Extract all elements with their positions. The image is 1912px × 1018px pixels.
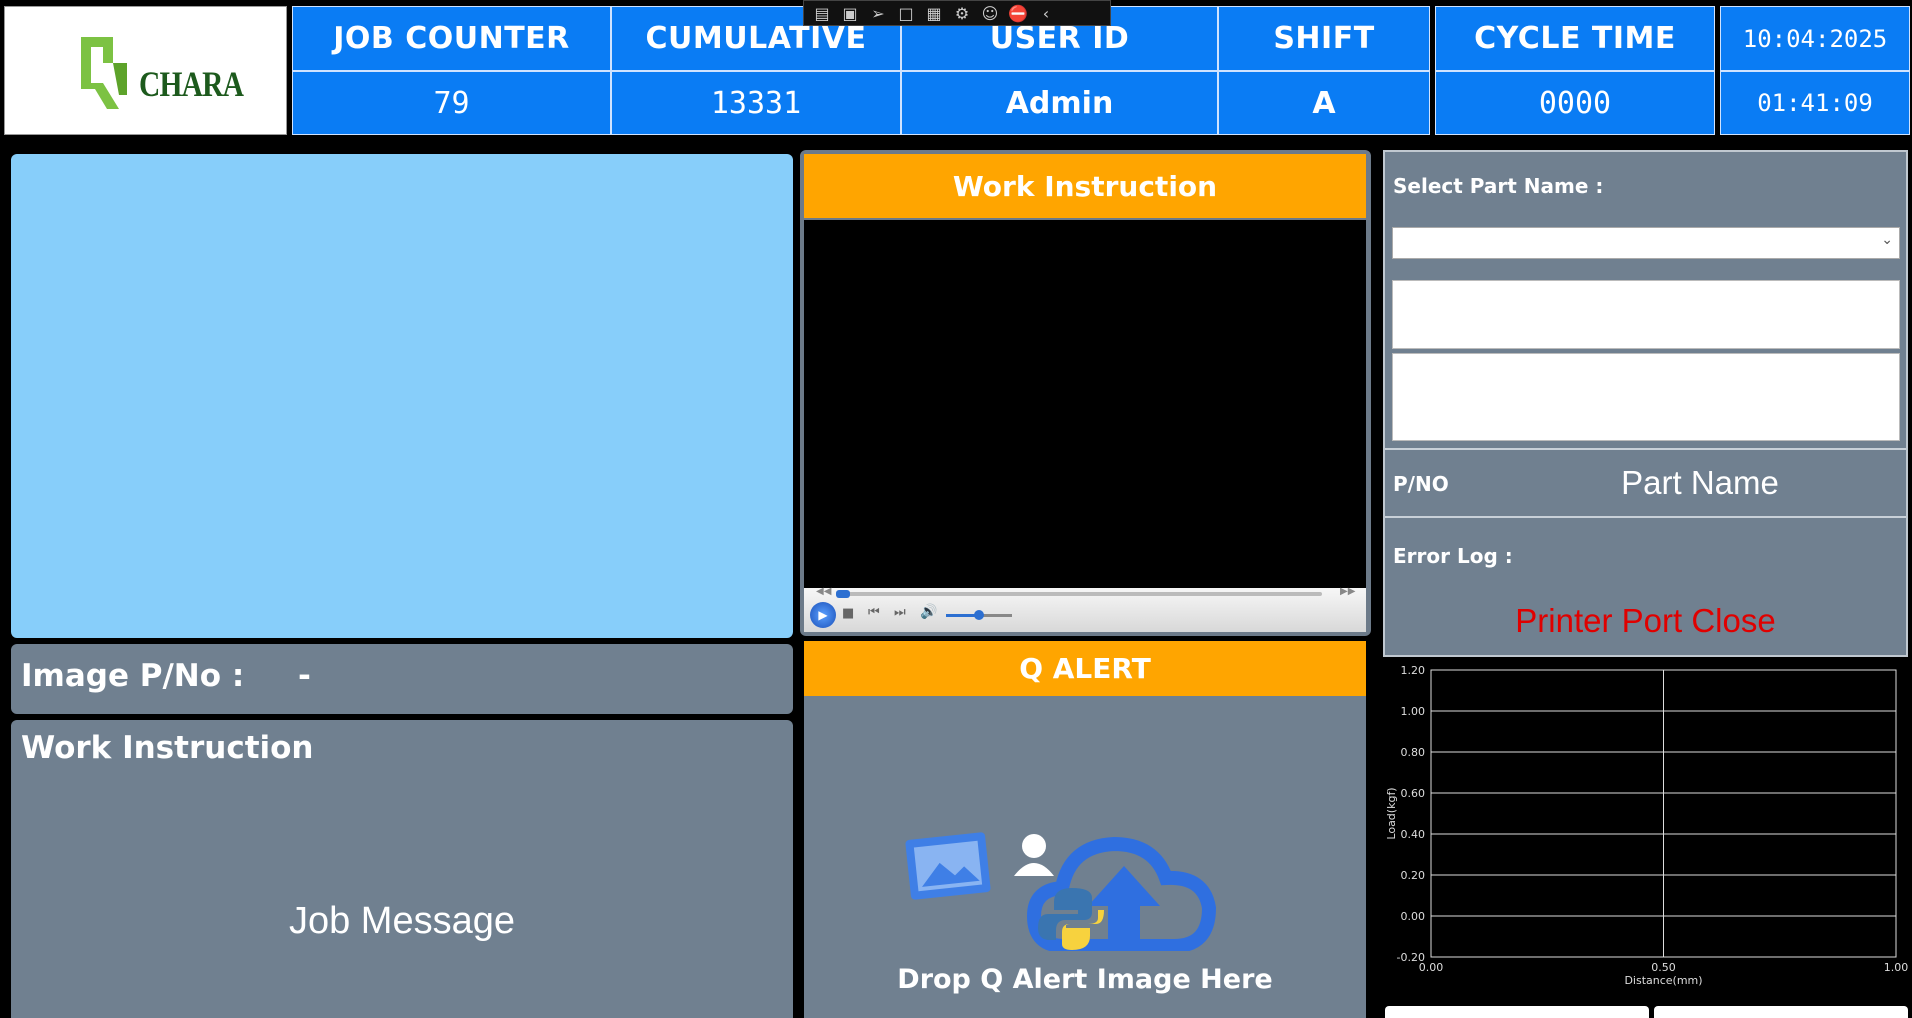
play-icon[interactable]: ▶ [810,602,836,628]
track-focus-icon[interactable]: ▦ [922,3,946,23]
part-info-box-2 [1392,353,1900,441]
cycle-time-label: CYCLE TIME [1474,21,1676,56]
job-counter-label-cell: JOB COUNTER [292,6,611,71]
work-instruction-text-panel: Work Instruction Job Message [11,720,793,1018]
x-axis-label: Distance(mm) [1624,974,1702,987]
company-logo: CHARA [4,6,287,135]
volume-thumb[interactable] [974,610,984,620]
select-element-icon[interactable]: ➢ [866,3,890,23]
stop-icon[interactable]: ⛔ [1006,3,1030,23]
time-value: 01:41:09 [1757,89,1873,117]
volume-slider[interactable] [946,610,1012,620]
cycle-time-value: 0000 [1538,85,1612,121]
previous-icon[interactable]: ⏮ [868,605,880,620]
work-instruction-header: Work Instruction [804,154,1366,218]
stop-video-icon[interactable]: ■ [842,606,854,621]
error-log-label: Error Log : [1393,544,1513,568]
q-alert-drop-zone[interactable]: Drop Q Alert Image Here [804,696,1366,1018]
video-seek-bar[interactable] [836,590,1322,598]
video-seek-thumb[interactable] [836,590,850,598]
bottom-button-right[interactable] [1654,1006,1908,1018]
y-tick-label: 0.20 [1401,869,1426,882]
job-counter-value-cell: 79 [292,71,611,135]
drop-zone-text: Drop Q Alert Image Here [897,964,1273,995]
q-logo-icon [81,37,127,109]
y-tick-label: 0.00 [1401,910,1426,923]
cumulative-value: 13331 [710,85,802,121]
work-instruction-title: Work Instruction [21,730,314,766]
record-icon[interactable]: ▣ [838,3,862,23]
error-message: Printer Port Close [1515,602,1776,639]
y-tick-label: 0.80 [1401,746,1426,759]
image-pno-label: Image P/No : [21,658,245,694]
y-tick-label: 0.60 [1401,787,1426,800]
next-icon[interactable]: ⏭ [894,605,906,620]
load-distance-chart: 1.201.000.800.600.400.200.00-0.200.00 0.5… [1385,664,1908,987]
accessibility-icon[interactable]: ☺ [978,3,1002,23]
logo-text: CHARA [139,64,244,104]
image-pno-panel: Image P/No : - [11,644,793,714]
user-id-value-cell: Admin [901,71,1218,135]
x-tick-label: 0.50 [1651,961,1676,974]
cumulative-value-cell: 13331 [611,71,901,135]
shift-value-cell: A [1218,71,1430,135]
bottom-button-left[interactable] [1385,1006,1649,1018]
date-value: 10:04:2025 [1742,24,1888,53]
live-tree-icon[interactable]: ▤ [810,3,834,23]
fast-forward-icon[interactable]: ▶▶ [1340,586,1355,597]
shift-value: A [1312,85,1336,121]
cloud-upload-icon [905,832,1217,951]
video-controls: ◀◀ ▶▶ ▶ ■ ⏮ ⏭ 🔊 [804,586,1366,632]
time-cell: 01:41:09 [1720,71,1910,135]
shift-label: SHIFT [1273,21,1375,56]
job-counter-label: JOB COUNTER [333,21,570,56]
job-message: Job Message [288,900,515,942]
part-name-value: Part Name [1621,464,1779,501]
cumulative-label: CUMULATIVE [645,21,867,56]
cycle-time-label-cell: CYCLE TIME [1435,6,1715,71]
rewind-icon[interactable]: ◀◀ [816,586,831,597]
part-info-box-1 [1392,280,1900,349]
x-tick-label: 1.00 [1884,961,1908,974]
job-counter-value: 79 [433,85,470,121]
x-tick-label: 0.00 [1419,961,1444,974]
date-cell: 10:04:2025 [1720,6,1910,71]
select-part-label: Select Part Name : [1393,174,1604,198]
cycle-time-value-cell: 0000 [1435,71,1715,135]
user-icon [1014,834,1054,876]
collapse-icon[interactable]: ‹ [1034,3,1058,23]
gallery-icon [905,832,991,900]
chevron-down-icon: ⌄ [1881,232,1893,248]
q-alert-header: Q ALERT [804,641,1366,696]
debug-toolbar: ▤ ▣ ➢ □ ▦ ⚙ ☺ ⛔ ‹ [803,0,1111,26]
volume-icon[interactable]: 🔊 [920,604,937,620]
video-player[interactable] [804,220,1366,590]
user-id-label: USER ID [989,21,1130,56]
display-layout-icon[interactable]: □ [894,3,918,23]
pno-label: P/NO [1393,472,1449,496]
shift-label-cell: SHIFT [1218,6,1430,71]
y-tick-label: 1.20 [1401,664,1426,677]
user-id-value: Admin [1005,85,1114,121]
binding-failures-icon[interactable]: ⚙ [950,3,974,23]
part-image-panel [11,154,793,638]
y-tick-label: 0.40 [1401,828,1426,841]
part-name-dropdown[interactable]: ⌄ [1392,227,1900,259]
y-tick-label: 1.00 [1401,705,1426,718]
image-pno-value: - [298,658,311,694]
y-axis-label: Load(kgf) [1385,787,1398,839]
